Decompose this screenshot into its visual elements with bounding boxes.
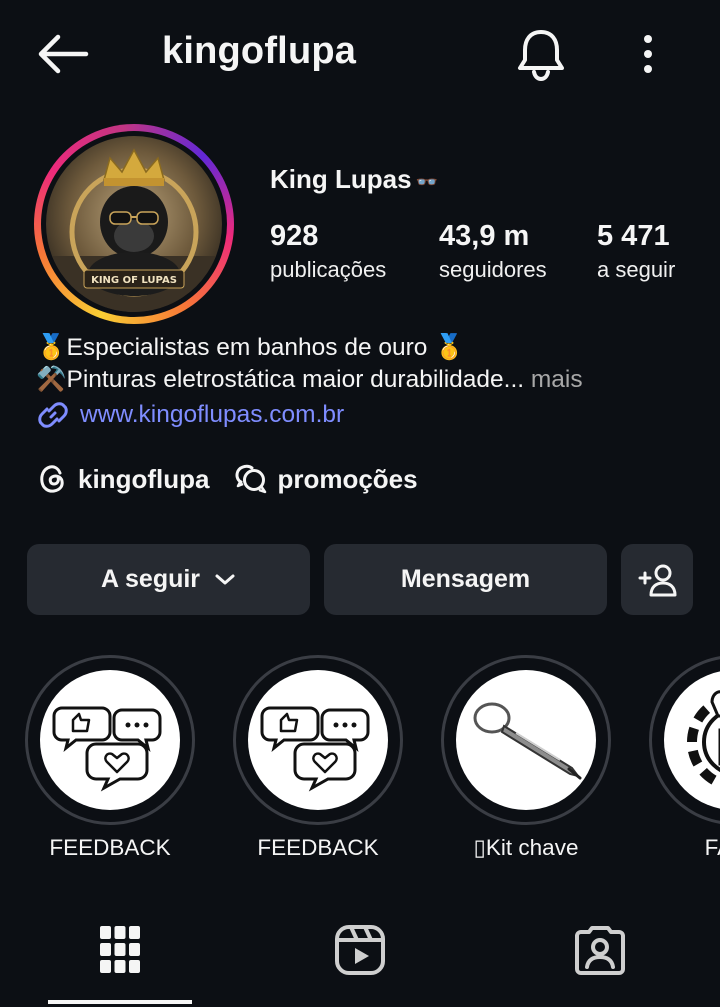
more-vertical-icon: [644, 35, 652, 73]
grid-icon: [100, 926, 140, 973]
stat-following[interactable]: 5 471 a seguir: [597, 218, 675, 286]
top-bar: kingoflupa: [0, 0, 720, 108]
message-button[interactable]: Mensagem: [324, 544, 607, 615]
arrow-left-icon: [38, 34, 89, 74]
highlight-label: FEEDBACK: [257, 835, 379, 860]
stat-posts[interactable]: 928 publicações: [270, 218, 386, 286]
following-button-label: A seguir: [100, 565, 201, 593]
reels-icon: [335, 925, 385, 975]
more-options-button[interactable]: [630, 30, 666, 78]
bio-line-1: 🥇Especialistas em banhos de ouro 🥇: [36, 334, 465, 361]
story-ring[interactable]: KING OF LUPAS: [34, 124, 234, 324]
add-person-icon: [638, 564, 677, 596]
profile-username: kingoflupa: [162, 30, 357, 72]
following-button[interactable]: A seguir: [27, 544, 310, 615]
threads-icon: [40, 465, 64, 493]
bio: 🥇Especialistas em banhos de ouro 🥇 ⚒️Pin…: [36, 332, 706, 432]
bio-website-link[interactable]: www.kingoflupas.com.br: [36, 398, 706, 432]
bio-line-2-text: ⚒️Pinturas eletrostática maior durabilid…: [36, 366, 525, 393]
profile-actions: A seguir Mensagem: [27, 544, 693, 615]
highlight-item[interactable]: FABR: [648, 655, 720, 861]
tab-reels[interactable]: [330, 920, 390, 980]
tab-grid[interactable]: [90, 920, 150, 980]
story-highlights: FEEDBACK FEEDBACK ▯Kit chave F: [0, 655, 720, 875]
threads-chip[interactable]: kingoflupa: [36, 462, 209, 496]
threads-chip-label: kingoflupa: [78, 463, 210, 494]
bell-icon: [518, 30, 564, 82]
stat-posts-value: 928: [270, 220, 319, 252]
tagged-person-icon: [575, 926, 625, 975]
stat-followers-value: 43,9 m: [439, 220, 530, 252]
avatar-banner-text: KING OF LUPAS: [91, 275, 177, 286]
stat-followers-label: seguidores: [439, 257, 547, 282]
active-tab-indicator: [48, 1000, 192, 1004]
highlight-item[interactable]: FEEDBACK: [24, 655, 196, 861]
suggested-users-button[interactable]: [621, 544, 693, 615]
notifications-button[interactable]: [514, 26, 568, 82]
highlight-item[interactable]: FEEDBACK: [232, 655, 404, 861]
link-icon: [38, 402, 68, 428]
profile-chips: kingoflupa promoções: [36, 458, 442, 500]
display-name-text: King Lupas: [270, 164, 412, 194]
feedback-bubbles-icon: [52, 706, 162, 792]
highlight-label: FABR: [704, 835, 720, 860]
gear-icon: [687, 690, 720, 789]
promocoes-chip-label: promoções: [277, 463, 418, 494]
stat-posts-label: publicações: [270, 257, 387, 282]
highlight-label: ▯Kit chave: [473, 835, 579, 860]
back-button[interactable]: [34, 30, 92, 78]
avatar: KING OF LUPAS: [46, 136, 222, 312]
tab-tagged[interactable]: [570, 920, 630, 980]
chevron-down-icon: [215, 574, 235, 584]
keychain-screwdriver-icon: [473, 702, 582, 780]
bio-line-2: ⚒️Pinturas eletrostática maior durabilid…: [36, 364, 706, 396]
bio-more-link[interactable]: mais: [531, 366, 583, 393]
feedback-bubbles-icon: [260, 706, 370, 792]
message-button-label: Mensagem: [400, 565, 531, 593]
promocoes-chip[interactable]: promoções: [233, 462, 418, 496]
glasses-icon: 👓: [415, 172, 438, 192]
highlight-item[interactable]: ▯Kit chave: [440, 655, 612, 861]
bio-website-text: www.kingoflupas.com.br: [80, 401, 345, 428]
chat-bubbles-icon: [235, 464, 267, 494]
stat-followers[interactable]: 43,9 m seguidores: [439, 218, 547, 286]
profile-tabs: [0, 900, 720, 1007]
stat-following-label: a seguir: [597, 257, 676, 282]
highlight-label: FEEDBACK: [49, 835, 171, 860]
display-name: King Lupas 👓: [270, 164, 438, 195]
stat-following-value: 5 471: [597, 220, 670, 252]
